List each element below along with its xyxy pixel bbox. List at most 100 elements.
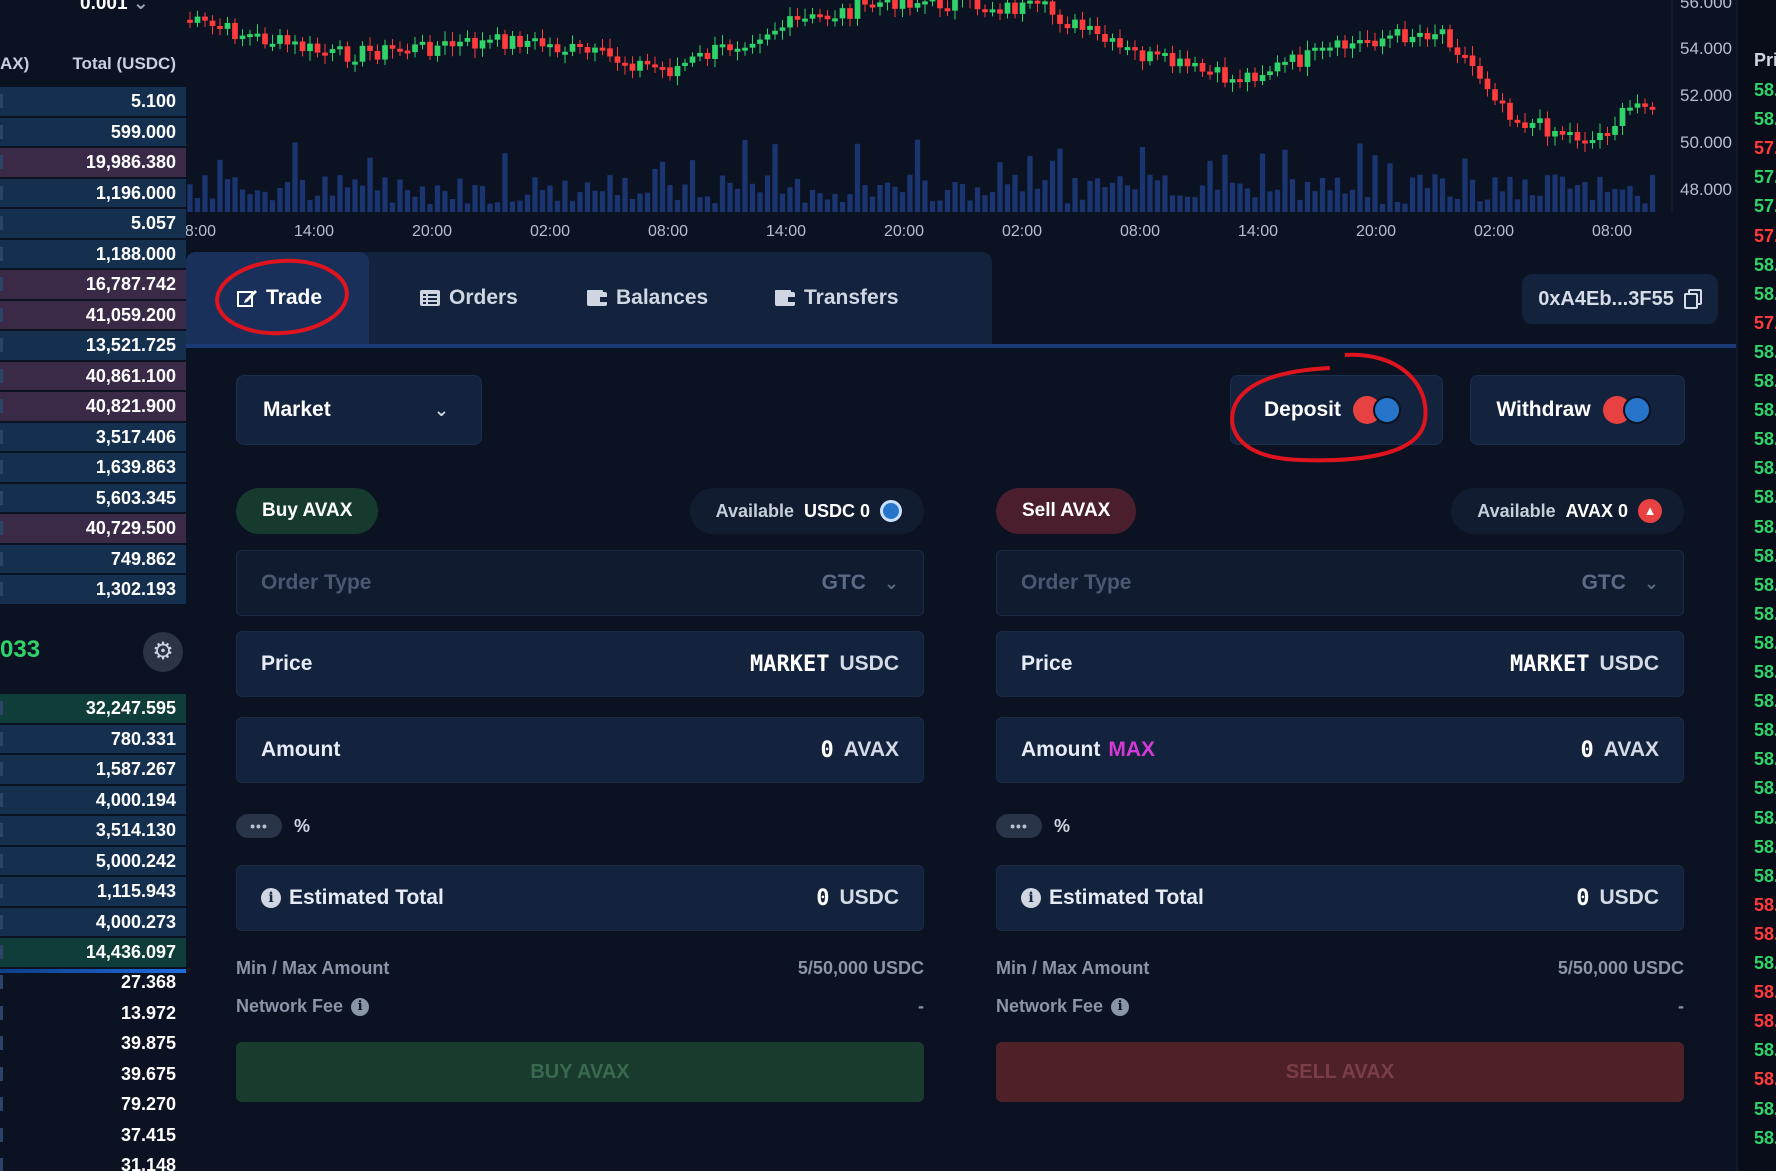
volume-bar [1507,176,1513,212]
orderbook-total: 1,196.000 [95,182,176,203]
volume-bar [404,190,411,212]
orderbook-row[interactable]: 3,517.406 [0,422,186,453]
buy-order-type-select[interactable]: Order Type GTC ⌄ [236,550,924,616]
orderbook-row[interactable]: 780.331 [0,724,186,755]
tab-transfers[interactable]: Transfers [774,252,954,344]
buy-amount-field[interactable]: Amount 0 AVAX [236,717,924,783]
candle-body [1364,40,1371,44]
orderbook-row[interactable]: 5.057 [0,208,186,239]
withdraw-button[interactable]: Withdraw [1470,375,1685,445]
orderbook-row[interactable]: 27.368 [0,967,186,998]
copy-icon[interactable] [1683,289,1702,309]
market-type-select[interactable]: Market ⌄ [236,375,482,445]
orderbook-row[interactable]: 39.675 [0,1059,186,1090]
candle-body [1139,50,1146,62]
orderbook-row[interactable]: 40,861.100 [0,361,186,392]
orderbook-row[interactable]: 40,821.900 [0,391,186,422]
price-column-value: 58. [1754,574,1776,595]
volume-bar [764,175,771,212]
buy-price-field[interactable]: Price MARKET USDC [236,631,924,697]
volume-bar [517,200,523,212]
price-chart[interactable]: 56.000 54.000 52.000 50.000 48.000 08:00 14:00… [186,0,1736,250]
sell-total-unit: USDC [1599,886,1659,909]
orderbook-total: 3,514.130 [95,820,176,840]
orderbook-row[interactable]: 599.000 [0,117,186,148]
price-column-value: 58. [1754,1011,1776,1032]
deposit-button[interactable]: Deposit [1230,375,1443,445]
orderbook-row[interactable]: 1,302.193 [0,574,186,605]
sell-badge[interactable]: Sell AVAX [996,488,1137,534]
volume-bar [1289,179,1296,212]
orderbook-row[interactable]: 3,514.130 [0,815,186,846]
candle-body [434,45,441,56]
info-icon[interactable]: i [1111,997,1130,1016]
chart-canvas[interactable]: 56.000 54.000 52.000 50.000 48.000 08:00 14:00… [186,0,1736,250]
candle-body [1514,119,1521,123]
orderbook-row[interactable]: 5,000.242 [0,846,186,877]
candle-body [1349,43,1356,49]
orderbook-row[interactable]: 37.415 [0,1120,186,1151]
sell-order-type-select[interactable]: Order Type GTC ⌄ [996,550,1684,616]
volume-bar [547,185,553,212]
orderbook-row[interactable]: 31.148 [0,1150,186,1171]
candle-body [1057,14,1063,24]
orderbook-row[interactable]: 79.270 [0,1089,186,1120]
sell-max-button[interactable]: MAX [1108,738,1155,762]
sell-avax-button[interactable]: SELL AVAX [996,1042,1684,1102]
orderbook-row[interactable]: 13,521.725 [0,330,186,361]
orderbook-row[interactable]: 1,188.000 [0,239,186,270]
orderbook-total: 4,000.273 [95,911,176,932]
orderbook-row[interactable]: 1,587.267 [0,754,186,785]
candle-body [1454,47,1461,55]
sell-estimated-total: i Estimated Total 0 USDC [996,865,1684,931]
tab-orders[interactable]: Orders [419,252,569,344]
buy-avax-button[interactable]: BUY AVAX [236,1042,924,1102]
volume-bar [817,193,823,212]
orderbook-row[interactable]: 1,639.863 [0,452,186,483]
candle-body [1537,118,1543,123]
orderbook-row[interactable]: 1,196.000 [0,178,186,209]
tab-trade[interactable]: Trade [186,252,369,344]
orderbook-row[interactable]: 4,000.273 [0,907,186,938]
orderbook-row[interactable]: 39.875 [0,1028,186,1059]
volume-bar [1184,196,1191,212]
orderbook-row[interactable]: 40,729.500 [0,513,186,544]
volume-bar [337,175,343,212]
orderbook-row[interactable]: 1,115.943 [0,876,186,907]
orderbook-row[interactable]: 5.100 [0,86,186,117]
orderbook-row[interactable]: 749.862 [0,544,186,575]
buy-percent-slider[interactable]: ••• [236,814,282,838]
info-icon[interactable]: i [351,997,370,1016]
candle-body [1004,2,1011,14]
sell-percent-slider[interactable]: ••• [996,814,1042,838]
orderbook-row[interactable]: 14,436.097 [0,937,186,968]
orderbook-row[interactable]: 19,986.380 [0,147,186,178]
volume-bar [1552,174,1558,212]
candle-body [1334,40,1341,48]
sell-amount-field[interactable]: Amount MAX 0 AVAX [996,717,1684,783]
buy-badge[interactable]: Buy AVAX [236,488,379,534]
row-edge [0,792,3,807]
sell-price-label: Price [1021,652,1073,675]
orderbook-row[interactable]: 4,000.194 [0,785,186,816]
orderbook-row[interactable]: 13.972 [0,998,186,1029]
candle-body [1184,58,1191,67]
volume-bar [307,199,313,212]
orderbook-row[interactable]: 5,603.345 [0,483,186,514]
tab-balances[interactable]: Balances [586,252,756,344]
orderbook-row[interactable]: 41,059.200 [0,300,186,331]
orderbook-row[interactable]: 32,247.595 [0,693,186,724]
volume-bar [937,200,943,212]
gear-icon[interactable]: ⚙ [143,632,183,672]
orderbook-row[interactable]: 16,787.742 [0,269,186,300]
time-tick: 20:00 [884,223,924,240]
candle-body [1642,103,1648,107]
row-edge [0,1005,3,1020]
orderbook-bids: 32,247.595 780.331 1,587.267 4,000.194 3,514… [0,693,186,968]
volume-bar [502,153,508,212]
avax-usdc-icon [1353,396,1409,424]
wallet-address[interactable]: 0xA4Eb...3F55 [1522,274,1718,324]
volume-bar [194,197,201,212]
sell-price-field[interactable]: Price MARKET USDC [996,631,1684,697]
price-column-value: 58. [1754,254,1776,275]
